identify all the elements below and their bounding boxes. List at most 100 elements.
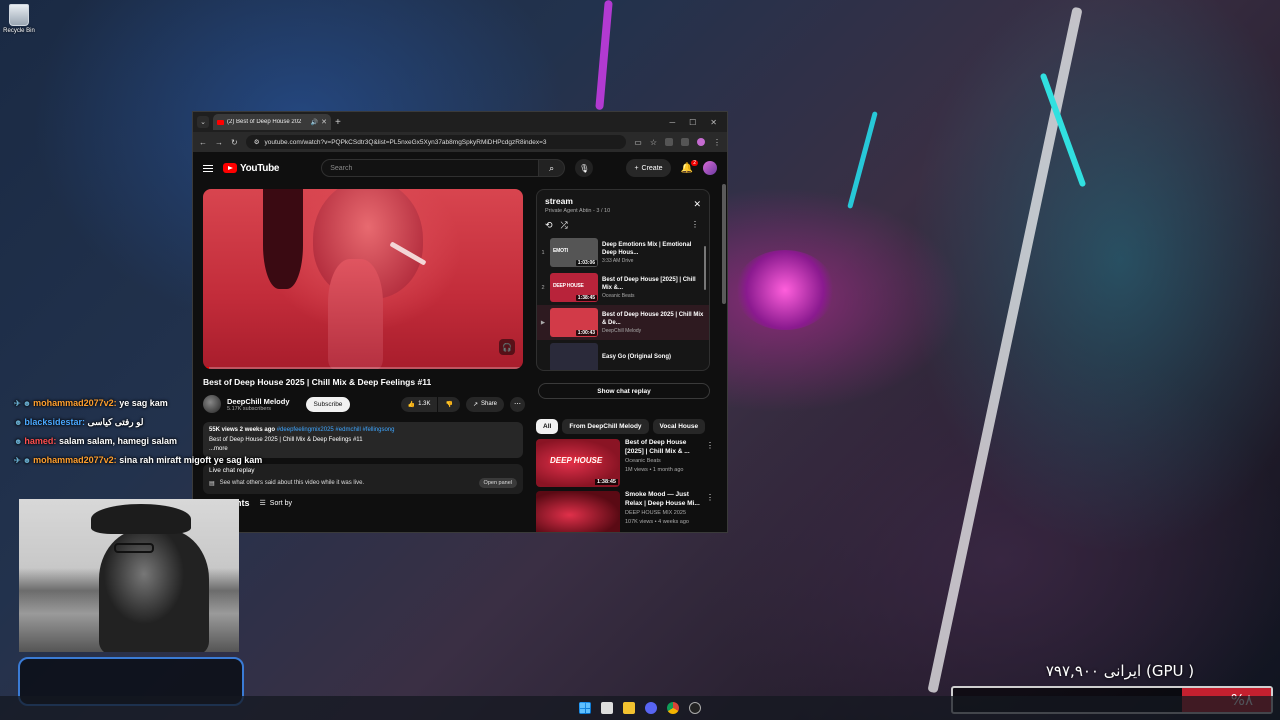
playlist-item-thumbnail[interactable]: DEEP HOUSE 1:38:45 — [550, 273, 598, 302]
chat-replay-text: See what others said about this video wh… — [219, 480, 365, 486]
file-explorer-icon[interactable] — [623, 702, 635, 714]
search-button[interactable]: ⌕ — [539, 159, 566, 177]
recommended-menu-icon[interactable]: ⋮ — [706, 441, 714, 450]
filter-chip[interactable]: Vocal House — [652, 419, 706, 434]
user-badge-icon: ☻ — [22, 399, 32, 408]
page-scrollbar[interactable] — [722, 184, 726, 304]
audio-icon[interactable]: 🔊 — [311, 119, 318, 126]
playlist-item-thumbnail[interactable]: 1:00:43 — [550, 308, 598, 337]
close-window-button[interactable]: ✕ — [710, 118, 717, 127]
thumbnail-text: DEEP HOUSE — [550, 456, 603, 465]
filter-chip[interactable]: From DeepChill Melody — [562, 419, 649, 434]
stream-chat-message: ✈ ☻ mohammad2077v2: ye sag kam — [14, 394, 314, 413]
chat-message-text: لو رفتی کیاسی — [87, 417, 144, 427]
playlist-item[interactable]: Easy Go (Original Song) — [537, 340, 709, 370]
playlist-item[interactable]: 2 DEEP HOUSE 1:38:45 Best of Deep House [20… — [537, 270, 709, 305]
extensions-puzzle-icon[interactable] — [681, 138, 689, 146]
sort-label: Sort by — [269, 499, 292, 507]
obs-icon[interactable] — [689, 702, 701, 714]
recommended-thumbnail[interactable]: DEEP HOUSE 1:38:45 — [536, 439, 620, 487]
video-progress-bar[interactable] — [203, 367, 523, 369]
user-badge-icon: ☻ — [14, 418, 23, 427]
menu-icon[interactable] — [203, 164, 213, 172]
youtube-play-icon — [223, 163, 237, 173]
dislike-button[interactable]: 👎 — [438, 396, 460, 412]
rocket-icon: ✈ — [14, 399, 21, 408]
playlist-menu-icon[interactable]: ⋮ — [691, 220, 699, 229]
chrome-icon[interactable] — [667, 702, 679, 714]
reload-icon[interactable]: ↻ — [231, 138, 238, 147]
thumbs-up-icon: 👍 — [407, 401, 416, 408]
discord-icon[interactable] — [645, 702, 657, 714]
recommended-thumbnail[interactable] — [536, 491, 620, 532]
filter-chips: All From DeepChill Melody Vocal House — [536, 419, 706, 434]
playlist-item-thumbnail[interactable]: EMOTI 1:03:06 — [550, 238, 598, 267]
recommended-title: Best of Deep House [2025] | Chill Mix & … — [625, 439, 690, 455]
youtube-header: YouTube Search ⌕ 🎙 + Create 🔔 2 — [193, 152, 727, 184]
playlist-item-channel: DeepChill Melody — [602, 328, 642, 334]
playlist-item-index: 1 — [541, 249, 545, 256]
channel-watermark-icon[interactable]: 🎧 — [499, 339, 515, 355]
sort-by-button[interactable]: ☰ Sort by — [260, 499, 292, 508]
recommended-menu-icon[interactable]: ⋮ — [706, 493, 714, 502]
cast-icon[interactable]: ▭ — [634, 138, 642, 147]
url-field[interactable]: ⚙ youtube.com/watch?v=PQPkCSdtr3Q&list=P… — [245, 135, 627, 149]
browser-tab[interactable]: (2) Best of Deep House 202 🔊 ✕ — [213, 114, 331, 130]
video-progress-fill — [203, 367, 210, 369]
extension-icon[interactable] — [665, 138, 673, 146]
tab-close-icon[interactable]: ✕ — [321, 118, 327, 126]
like-dislike-group: 👍 1.3K 👎 — [400, 396, 460, 412]
thumbs-down-icon: 👎 — [445, 401, 453, 408]
duration-badge: 1:38:45 — [575, 295, 597, 301]
close-playlist-icon[interactable]: ✕ — [693, 199, 701, 210]
youtube-logo[interactable]: YouTube — [223, 163, 280, 174]
search-input[interactable]: Search — [321, 159, 540, 177]
account-avatar[interactable] — [703, 161, 717, 175]
recommended-video[interactable]: DEEP HOUSE 1:38:45 Best of Deep House [202… — [536, 439, 714, 487]
wallpaper-eye — [735, 250, 835, 330]
voice-search-button[interactable]: 🎙 — [575, 159, 594, 177]
site-info-icon[interactable]: ⚙ — [254, 138, 260, 146]
bookmark-star-icon[interactable]: ☆ — [650, 138, 657, 147]
back-icon[interactable]: ← — [199, 138, 207, 147]
share-label: Share — [480, 401, 497, 407]
browser-menu-icon[interactable]: ⋮ — [713, 138, 721, 147]
wallpaper-streak — [927, 6, 1083, 694]
playlist-items: 1 EMOTI 1:03:06 Deep Emotions Mix | Emotion… — [537, 235, 709, 370]
loop-icon[interactable]: ⟲ — [545, 220, 553, 231]
open-panel-button[interactable]: Open panel — [478, 478, 517, 488]
playlist-item[interactable]: ▶ 1:00:43 Best of Deep House 2025 | Chill … — [537, 305, 709, 340]
search-icon: ⌕ — [549, 162, 555, 173]
tab-search-button[interactable]: ⌄ — [197, 116, 209, 128]
video-player[interactable]: 🎧 — [203, 189, 523, 369]
url-text: youtube.com/watch?v=PQPkCSdtr3Q&list=PL5… — [264, 138, 547, 146]
maximize-button[interactable]: ☐ — [689, 118, 696, 127]
playlist-item-text: Deep Emotions Mix | Emotional Deep Hous.… — [602, 241, 706, 264]
playlist-item[interactable]: 1 EMOTI 1:03:06 Deep Emotions Mix | Emotion… — [537, 235, 709, 270]
more-actions-button[interactable]: ⋯ — [510, 396, 525, 412]
forward-icon[interactable]: → — [215, 138, 223, 147]
new-tab-button[interactable]: + — [335, 117, 341, 128]
playlist-title[interactable]: stream — [545, 196, 701, 206]
task-view-icon[interactable] — [601, 702, 613, 714]
notification-badge: 2 — [691, 159, 698, 166]
shuffle-icon[interactable]: ⤮ — [561, 220, 568, 231]
tab-title: (2) Best of Deep House 202 — [227, 119, 302, 125]
window-controls: ─ ☐ ✕ — [669, 118, 727, 127]
playlist-subtitle: Private Agent Abtin - 3 / 10 — [545, 208, 611, 214]
recommended-video[interactable]: Smoke Mood — Just Relax | Deep House Mi.… — [536, 491, 714, 532]
recommended-title: Smoke Mood — Just Relax | Deep House Mi.… — [625, 491, 700, 507]
notifications-button[interactable]: 🔔 2 — [681, 159, 698, 174]
playlist-scrollbar[interactable] — [704, 246, 706, 290]
like-button[interactable]: 👍 1.3K — [400, 396, 438, 412]
recycle-bin-desktop-icon[interactable]: Recycle Bin — [2, 4, 36, 34]
show-chat-replay-button[interactable]: Show chat replay — [538, 383, 710, 399]
share-button[interactable]: ↗ Share — [465, 396, 504, 412]
minimize-button[interactable]: ─ — [669, 118, 675, 127]
chat-username: blacksidestar: — [24, 417, 85, 427]
filter-chip[interactable]: All — [536, 419, 559, 434]
playlist-item-thumbnail[interactable] — [550, 343, 598, 370]
create-button[interactable]: + Create — [626, 159, 671, 177]
start-menu-icon[interactable] — [579, 702, 591, 714]
profile-icon[interactable] — [697, 138, 705, 146]
